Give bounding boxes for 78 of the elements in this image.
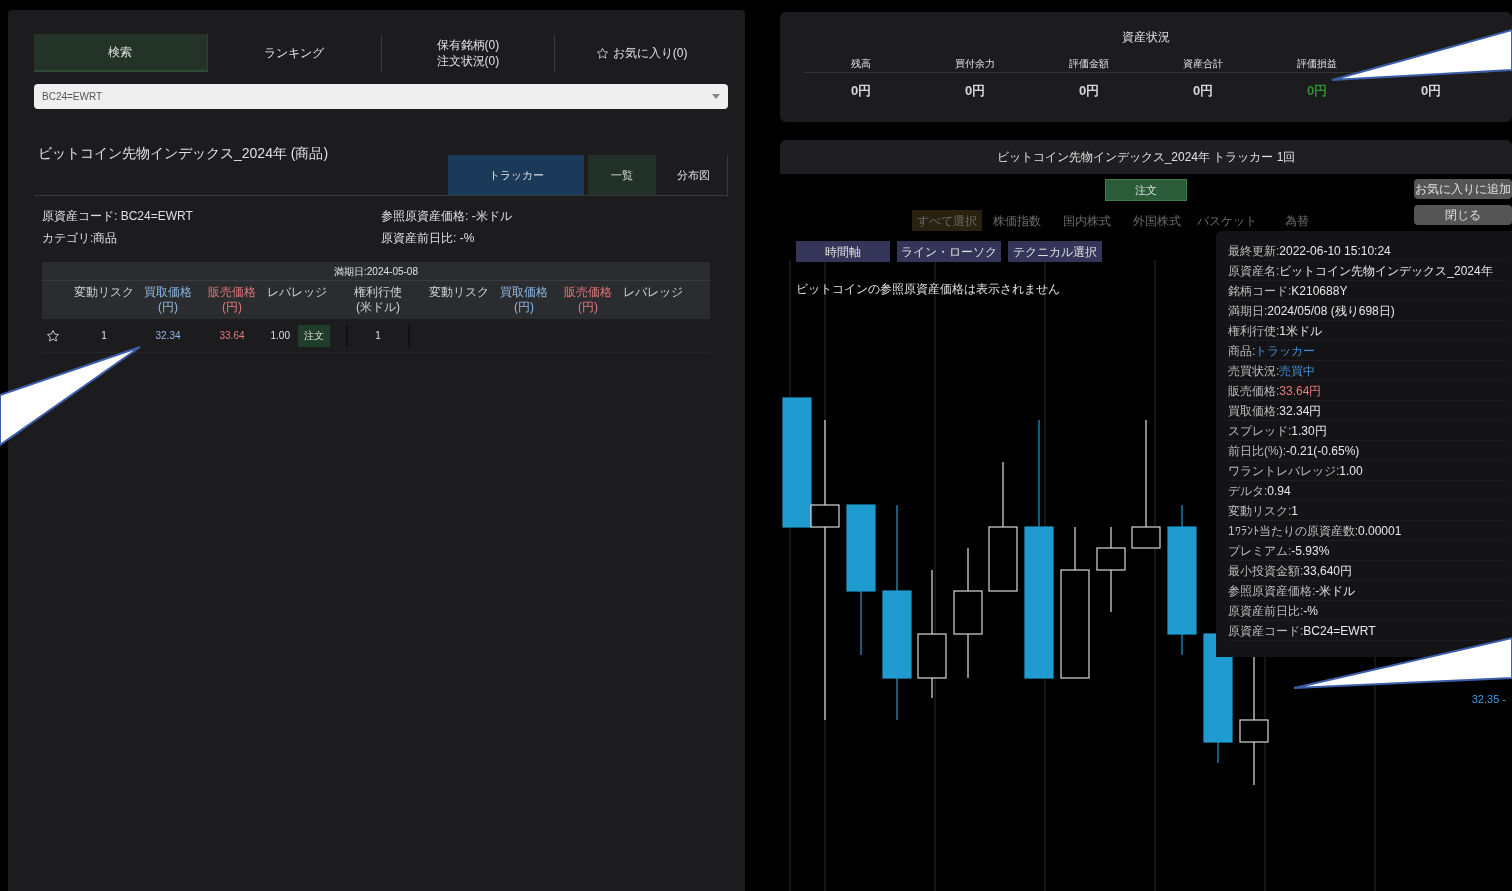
category-tab[interactable]: 為替 — [1262, 210, 1332, 231]
detail-text: ワラントレバレッジ:1.00 — [1228, 462, 1363, 480]
detail-text: 原資産前日比:-% — [1228, 602, 1318, 620]
chart-option-button[interactable]: 時間軸 — [796, 241, 890, 262]
column-header: 変動リスク — [428, 285, 490, 301]
stat-value: 0円 — [1078, 82, 1100, 100]
chart-notice: ビットコインの参照原資産価格は表示されません — [796, 281, 1060, 298]
table-cell-text: 32.34 — [154, 329, 182, 343]
stat-label: 残高 — [851, 58, 871, 70]
chart-option-button[interactable]: テクニカル選択 — [1008, 241, 1102, 262]
column-header: 権利行使 (米ドル) — [353, 285, 403, 316]
column-header: 販売価格 (円) — [207, 285, 257, 316]
category-tab[interactable]: バスケット — [1192, 210, 1262, 231]
stat-label: 評価損益 — [1297, 58, 1337, 70]
search-field[interactable]: BC24=EWRT — [34, 84, 728, 109]
stat-value: 0円 — [1420, 82, 1442, 100]
detail-text: 最終更新:2022-06-10 15:10:24 — [1228, 242, 1391, 260]
detail-text: 商品:トラッカー — [1228, 342, 1316, 360]
info-text: 参照原資産価格: -米ドル — [381, 208, 513, 224]
detail-text: 買取価格:32.34円 — [1228, 402, 1322, 420]
nav-tab[interactable]: 検索 — [34, 34, 207, 72]
category-tab[interactable]: 国内株式 — [1052, 210, 1122, 231]
modal-title: ビットコイン先物インデックス_2024年 トラッカー 1回 — [780, 140, 1512, 174]
detail-text: 最小投資金額:33,640円 — [1228, 562, 1353, 580]
category-tab[interactable]: 株価指数 — [982, 210, 1052, 231]
detail-text: デルタ:0.94 — [1228, 482, 1291, 500]
column-header: レバレッジ — [622, 285, 684, 301]
detail-text: 1ﾜﾗﾝﾄ当たりの原資産数:0.00001 — [1228, 522, 1402, 540]
table-caption: 満期日:2024-05-08 — [42, 262, 710, 281]
table-cell-text: 1 — [375, 329, 381, 343]
product-title: ビットコイン先物インデックス_2024年 (商品) — [37, 144, 330, 163]
stat-value: 0円 — [1192, 82, 1214, 100]
nav-tab[interactable]: 保有銘柄(0) 注文状況(0) — [380, 34, 555, 72]
detail-text: 販売価格:33.64円 — [1228, 382, 1322, 400]
info-text: カテゴリ:商品 — [42, 230, 119, 246]
column-header: 販売価格 (円) — [563, 285, 613, 316]
column-header: 変動リスク — [73, 285, 135, 301]
detail-text: 満期日:2024/05/08 (残り698日) — [1228, 302, 1395, 320]
stat-value: 0円 — [850, 82, 872, 100]
star-icon[interactable] — [46, 328, 60, 343]
category-tab[interactable]: 外国株式 — [1122, 210, 1192, 231]
detail-text: プレミアム:-5.93% — [1228, 542, 1330, 560]
card-title: 資産状況 — [1121, 29, 1171, 46]
modal-side-button[interactable]: 閉じる — [1414, 205, 1512, 225]
star-icon — [595, 46, 609, 60]
nav-tab[interactable]: ランキング — [206, 34, 381, 72]
nav-tab[interactable]: お気に入り(0) — [554, 34, 728, 72]
stat-label: 評価金額 — [1069, 58, 1109, 70]
detail-text: 原資産コード:BC24=EWRT — [1228, 622, 1376, 640]
stat-label: 買付余力 — [955, 58, 995, 70]
column-header: 買取価格 (円) — [499, 285, 549, 316]
column-header: 買取価格 (円) — [143, 285, 193, 316]
order-button[interactable]: 注文 — [298, 324, 330, 347]
stat-label: 資産合計 — [1183, 58, 1223, 70]
table-cell-text: 1 — [100, 329, 108, 343]
price-axis-label: 32.35 - — [1471, 692, 1506, 707]
detail-text: 売買状況:売買中 — [1228, 362, 1316, 380]
detail-text: 変動リスク:1 — [1228, 502, 1299, 520]
detail-text: 参照原資産価格:-米ドル — [1228, 582, 1356, 600]
table-cell-text: 1.00 — [270, 329, 290, 343]
info-text: 原資産前日比: -% — [381, 230, 476, 246]
view-tab[interactable]: トラッカー — [448, 155, 584, 195]
stat-value: 0円 — [964, 82, 986, 100]
info-text: 原資産コード: BC24=EWRT — [42, 208, 194, 224]
column-header: レバレッジ — [266, 285, 328, 301]
caret-icon — [712, 94, 720, 99]
view-tab[interactable]: 一覧 — [588, 155, 656, 195]
detail-text: 前日比(%):-0.21(-0.65%) — [1228, 442, 1360, 460]
detail-text: スプレッド:1.30円 — [1228, 422, 1327, 440]
chart-option-button[interactable]: ライン・ローソク — [897, 241, 1001, 262]
detail-text: 銘柄コード:K210688Y — [1228, 282, 1348, 300]
detail-text: 原資産名:ビットコイン先物インデックス_2024年 — [1228, 262, 1493, 280]
stat-value: 0円 — [1306, 82, 1328, 100]
modal-side-button[interactable]: お気に入りに追加 — [1414, 179, 1512, 199]
order-button[interactable]: 注文 — [1105, 179, 1187, 201]
view-tab[interactable]: 分布図 — [660, 155, 728, 195]
table-cell-text: 33.64 — [218, 329, 246, 343]
detail-text: 権利行使:1米ドル — [1228, 322, 1323, 340]
